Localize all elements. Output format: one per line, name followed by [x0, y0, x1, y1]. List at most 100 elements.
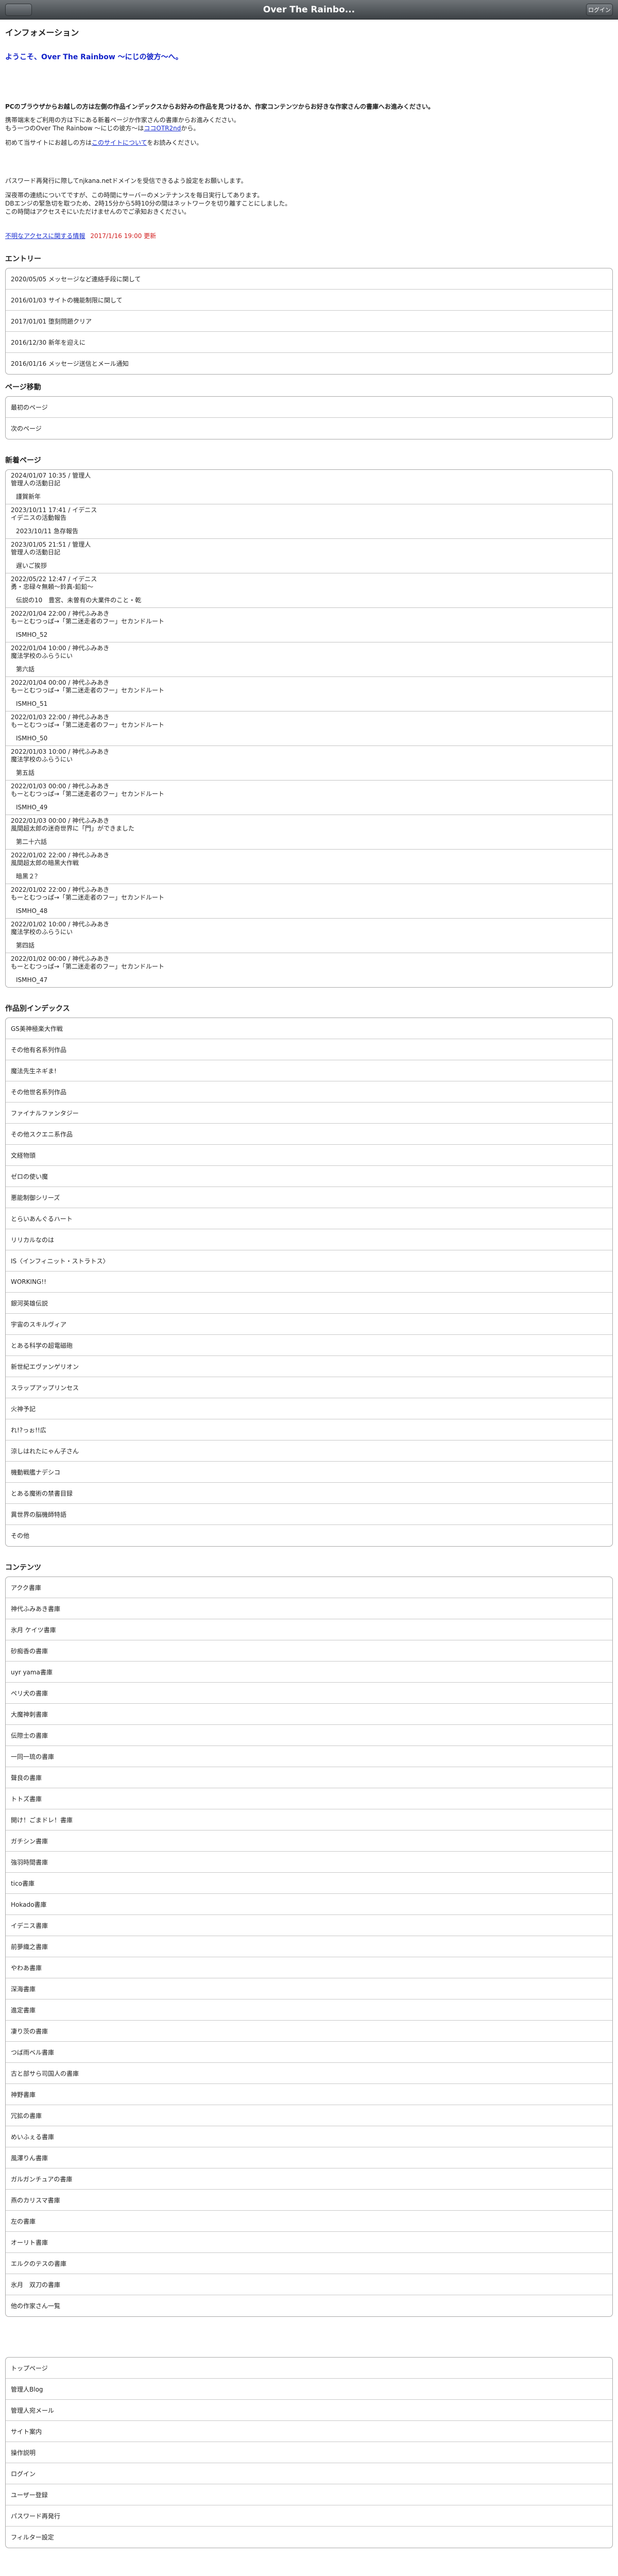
content-item[interactable]: 氷月 双刀の書庫: [6, 2274, 612, 2295]
content-item[interactable]: 氷月 ケイツ書庫: [6, 1619, 612, 1640]
content-item[interactable]: 一同一琉の書庫: [6, 1746, 612, 1767]
content-item[interactable]: 風澤りん書庫: [6, 2147, 612, 2168]
login-button[interactable]: ログイン: [586, 4, 613, 16]
news-item[interactable]: 2023/10/11 17:41 / イデニス イデニスの活動報告 2023/10/…: [6, 504, 612, 539]
content-item[interactable]: めいふぇる書庫: [6, 2126, 612, 2147]
index-item[interactable]: スラップアップリンセス: [6, 1377, 612, 1398]
news-title: もーとむつっぱ→「第二迷走者のフー」セカンドルート: [11, 894, 165, 901]
news-item[interactable]: 2022/01/03 00:00 / 神代ふみあき 風間超太郎の迷奇世界に「門」が…: [6, 815, 612, 850]
content-item[interactable]: 砂痴香の書庫: [6, 1640, 612, 1662]
content-item[interactable]: アクク書庫: [6, 1577, 612, 1598]
footer-password-reset[interactable]: パスワード再発行: [6, 2505, 612, 2527]
back-button[interactable]: [5, 4, 32, 16]
index-item[interactable]: れ!?っぉ!!広: [6, 1419, 612, 1440]
content-item[interactable]: つば雨ベル書庫: [6, 2042, 612, 2063]
content-item[interactable]: 燕のカリスマ書庫: [6, 2190, 612, 2211]
news-item[interactable]: 2022/01/02 10:00 / 神代ふみあき 魔法学校のふらうにい 第四話: [6, 919, 612, 953]
entry-item[interactable]: 2017/01/01 堕刻問題クリア: [6, 311, 612, 332]
index-item[interactable]: 宇宙のスキルヴィア: [6, 1314, 612, 1335]
content-item[interactable]: やわあ書庫: [6, 1957, 612, 1978]
news-item[interactable]: 2022/01/04 22:00 / 神代ふみあき もーとむつっぱ→「第二迷走者の…: [6, 608, 612, 642]
content-item[interactable]: イデニス書庫: [6, 1915, 612, 1936]
content-item[interactable]: ガチシン書庫: [6, 1831, 612, 1852]
about-site-link[interactable]: このサイトについて: [92, 139, 147, 146]
content-item[interactable]: 前夢織之書庫: [6, 1936, 612, 1957]
news-sub: ISMHO_49: [16, 804, 48, 811]
index-item[interactable]: リリカルなのは: [6, 1229, 612, 1250]
index-item[interactable]: GS美神極楽大作戦: [6, 1018, 612, 1039]
index-item[interactable]: WORKING!!: [6, 1272, 612, 1293]
news-item[interactable]: 2024/01/07 10:35 / 管理人 管理人の活動日記 謹賀新年: [6, 470, 612, 504]
news-sub: 謹賀新年: [16, 493, 41, 500]
content-item[interactable]: 伝際士の書庫: [6, 1725, 612, 1746]
index-item[interactable]: とある魔術の禁書目録: [6, 1483, 612, 1504]
first-page-link[interactable]: 最初のページ: [6, 397, 612, 418]
index-item[interactable]: 悪能制御シリーズ: [6, 1187, 612, 1208]
entry-item[interactable]: 2016/01/03 サイトの機能制限に関して: [6, 290, 612, 311]
content-item[interactable]: 古と部サら司国人の書庫: [6, 2063, 612, 2084]
content-item[interactable]: 進定書庫: [6, 1999, 612, 2021]
contents-list: アクク書庫 神代ふみあき書庫 氷月 ケイツ書庫 砂痴香の書庫 uyr yama書…: [5, 1577, 613, 2317]
footer-top-page[interactable]: トップページ: [6, 2358, 612, 2379]
entry-item[interactable]: 2016/01/16 メッセージ送信とメール通知: [6, 353, 612, 374]
content-item[interactable]: 左の書庫: [6, 2211, 612, 2232]
footer-login[interactable]: ログイン: [6, 2463, 612, 2484]
content-item[interactable]: 深海書庫: [6, 1978, 612, 1999]
notice-link[interactable]: 不明なアクセスに関する情報: [5, 232, 85, 240]
footer-filter-settings[interactable]: フィルター設定: [6, 2527, 612, 2548]
entry-item[interactable]: 2020/05/05 メッセージなど連絡手段に関して: [6, 268, 612, 290]
index-item[interactable]: その他スクエニ系作品: [6, 1124, 612, 1145]
content-item[interactable]: 神代ふみあき書庫: [6, 1598, 612, 1619]
content-item[interactable]: 開け！ごまドレ！書庫: [6, 1809, 612, 1831]
footer-admin-blog[interactable]: 管理人Blog: [6, 2379, 612, 2400]
footer-operation-guide[interactable]: 操作説明: [6, 2442, 612, 2463]
content-item[interactable]: ガルガンチュアの書庫: [6, 2168, 612, 2190]
content-item[interactable]: 聲良の書庫: [6, 1767, 612, 1788]
news-item[interactable]: 2022/01/02 22:00 / 神代ふみあき もーとむつっぱ→「第二迷走者の…: [6, 884, 612, 919]
index-item[interactable]: ファイナルファンタジー: [6, 1103, 612, 1124]
content-item[interactable]: 神野書庫: [6, 2084, 612, 2105]
news-item[interactable]: 2022/01/02 22:00 / 神代ふみあき 風間超太郎の暗黒大作戦 暗黒２？: [6, 850, 612, 884]
index-item[interactable]: 火神予記: [6, 1398, 612, 1419]
content-item[interactable]: エルクのテスの書庫: [6, 2253, 612, 2274]
index-item[interactable]: IS〈インフィニット・ストラトス〉: [6, 1250, 612, 1272]
index-item[interactable]: 機動戦艦ナデシコ: [6, 1462, 612, 1483]
index-item[interactable]: 異世界の脳機師特語: [6, 1504, 612, 1525]
news-item[interactable]: 2022/01/02 00:00 / 神代ふみあき もーとむつっぱ→「第二迷走者の…: [6, 953, 612, 987]
news-item[interactable]: 2023/01/05 21:51 / 管理人 管理人の活動日記 遅いご挨拶: [6, 539, 612, 573]
footer-admin-mail[interactable]: 管理人宛メール: [6, 2400, 612, 2421]
content-item[interactable]: 強羽時間書庫: [6, 1852, 612, 1873]
footer-site-guide[interactable]: サイト案内: [6, 2421, 612, 2442]
index-item[interactable]: その他有名系列作品: [6, 1039, 612, 1060]
index-item[interactable]: 涼しはれたにゃん子さん: [6, 1440, 612, 1462]
index-item[interactable]: ゼロの使い魔: [6, 1166, 612, 1187]
news-item[interactable]: 2022/01/03 10:00 / 神代ふみあき 魔法学校のふらうにい 第五話: [6, 746, 612, 781]
news-item[interactable]: 2022/01/03 00:00 / 神代ふみあき もーとむつっぱ→「第二迷走者の…: [6, 781, 612, 815]
index-item[interactable]: 魔法先生ネギま!: [6, 1060, 612, 1081]
index-item[interactable]: とある科学の超電磁砲: [6, 1335, 612, 1356]
index-item[interactable]: 新世紀エヴァンゲリオン: [6, 1356, 612, 1377]
content-item[interactable]: uyr yama書庫: [6, 1662, 612, 1683]
content-item[interactable]: 冗拡の書庫: [6, 2105, 612, 2126]
footer-user-register[interactable]: ユーザー登録: [6, 2484, 612, 2505]
index-item[interactable]: とらいあんぐるハート: [6, 1208, 612, 1229]
content-item[interactable]: 他の作家さん一覧: [6, 2295, 612, 2316]
news-item[interactable]: 2022/01/03 22:00 / 神代ふみあき もーとむつっぱ→「第二迷走者の…: [6, 711, 612, 746]
index-item[interactable]: 銀河英雄伝説: [6, 1293, 612, 1314]
content-item[interactable]: Hokado書庫: [6, 1894, 612, 1915]
index-item[interactable]: その他: [6, 1525, 612, 1546]
index-item[interactable]: 文経物頭: [6, 1145, 612, 1166]
index-item[interactable]: その他世名系列作品: [6, 1081, 612, 1103]
content-item[interactable]: トトズ書庫: [6, 1788, 612, 1809]
news-item[interactable]: 2022/01/04 00:00 / 神代ふみあき もーとむつっぱ→「第二迷走者の…: [6, 677, 612, 711]
next-page-link[interactable]: 次のページ: [6, 418, 612, 439]
news-item[interactable]: 2022/05/22 12:47 / イデニス 勇・忠碌々無頼～鈴真-鉛鉛～ 伝説の…: [6, 573, 612, 608]
content-item[interactable]: 大魔神刺書庫: [6, 1704, 612, 1725]
content-item[interactable]: オーリト書庫: [6, 2232, 612, 2253]
content-item[interactable]: ペリ犬の書庫: [6, 1683, 612, 1704]
otr2nd-link[interactable]: ココOTR2nd: [144, 125, 181, 132]
news-item[interactable]: 2022/01/04 10:00 / 神代ふみあき 魔法学校のふらうにい 第六話: [6, 642, 612, 677]
content-item[interactable]: tico書庫: [6, 1873, 612, 1894]
entry-item[interactable]: 2016/12/30 新年を迎えに: [6, 332, 612, 353]
content-item[interactable]: 凄り茨の書庫: [6, 2021, 612, 2042]
